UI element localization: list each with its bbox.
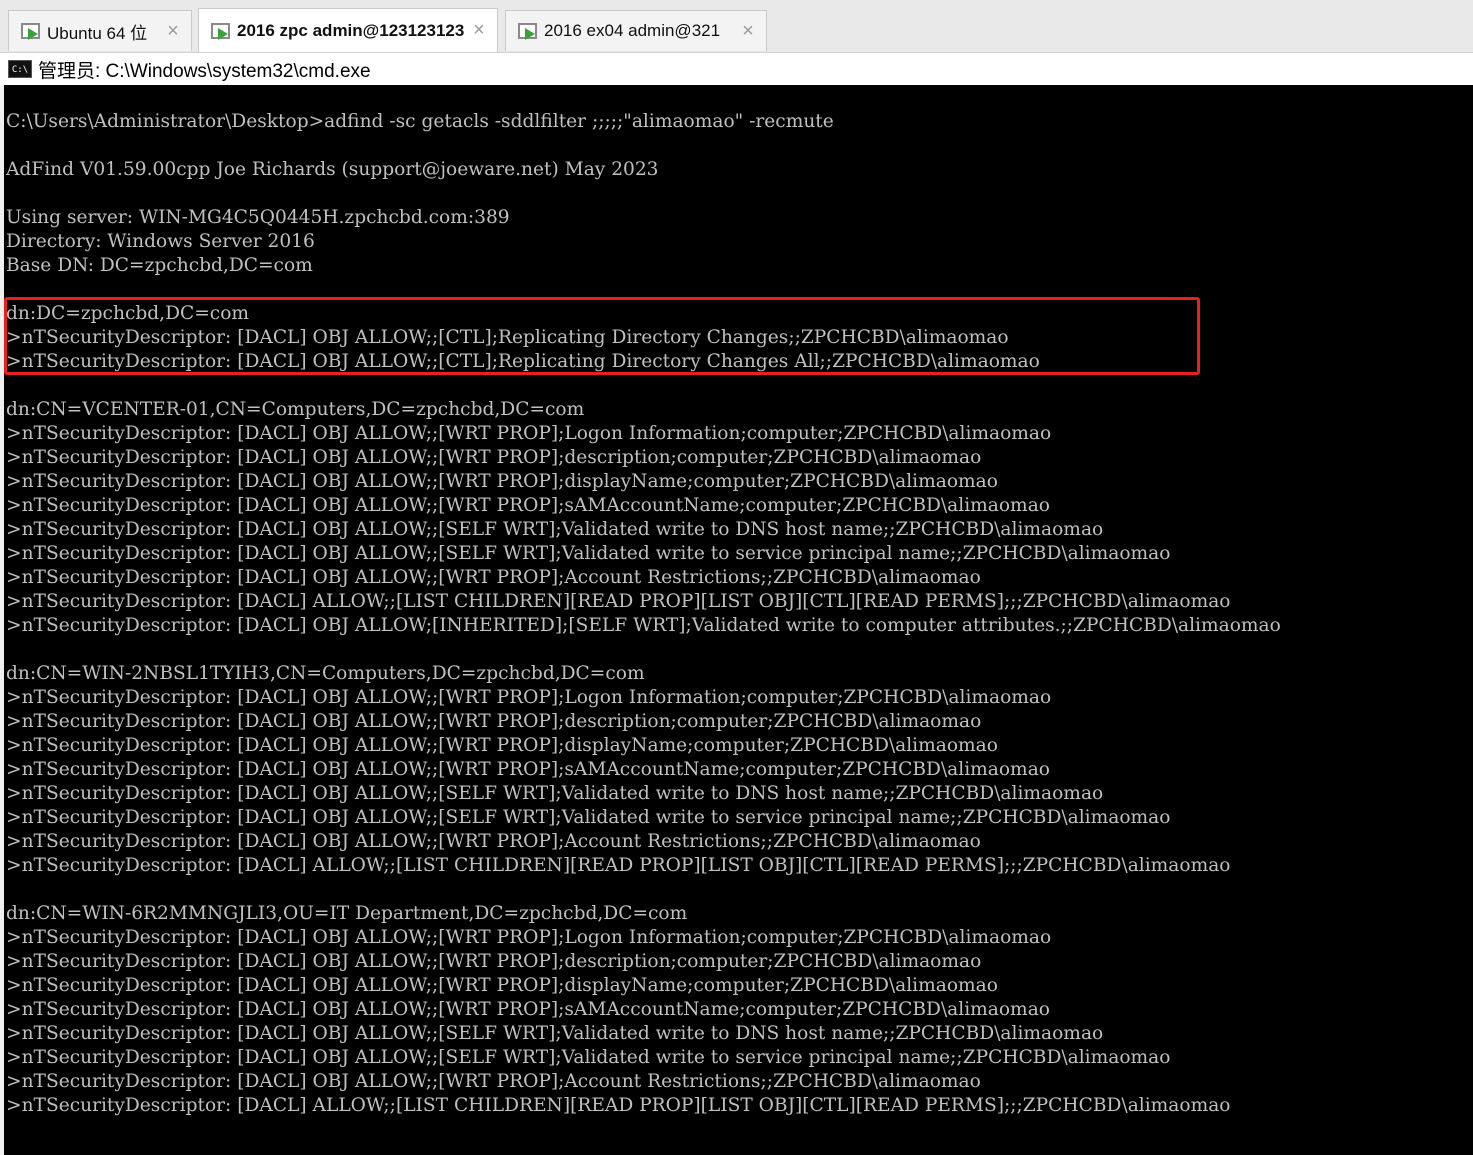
console-line: Using server: WIN-MG4C5Q0445H.zpchcbd.co… <box>6 207 510 228</box>
console-line: dn:CN=WIN-6R2MMNGJLI3,OU=IT Department,D… <box>6 903 688 924</box>
vm-icon <box>516 20 538 42</box>
console-window[interactable]: C:\Users\Administrator\Desktop>adfind -s… <box>4 85 1473 1155</box>
close-icon[interactable]: × <box>738 20 758 43</box>
console-line: >nTSecurityDescriptor: [DACL] OBJ ALLOW;… <box>6 543 1171 564</box>
tab-label: 2016 ex04 admin@321 <box>544 21 721 40</box>
tab-label: Ubuntu 64 位 <box>47 23 148 43</box>
console-line: >nTSecurityDescriptor: [DACL] OBJ ALLOW;… <box>6 999 1050 1020</box>
tab-ubuntu[interactable]: Ubuntu 64 位 × <box>8 10 192 51</box>
console-line: >nTSecurityDescriptor: [DACL] OBJ ALLOW;… <box>6 759 1050 780</box>
tab-label: 2016 zpc admin@123123123 <box>237 20 465 40</box>
console-line: >nTSecurityDescriptor: [DACL] OBJ ALLOW;… <box>6 519 1104 540</box>
window-title: 管理员: C:\Windows\system32\cmd.exe <box>38 60 371 82</box>
console-line: >nTSecurityDescriptor: [DACL] OBJ ALLOW;… <box>6 783 1104 804</box>
console-line: dn:CN=WIN-2NBSL1TYIH3,CN=Computers,DC=zp… <box>6 663 645 684</box>
console-line: >nTSecurityDescriptor: [DACL] OBJ ALLOW;… <box>6 471 998 492</box>
console-line: >nTSecurityDescriptor: [DACL] OBJ ALLOW;… <box>6 711 982 732</box>
console-line: >nTSecurityDescriptor: [DACL] OBJ ALLOW;… <box>6 1047 1171 1068</box>
console-line: >nTSecurityDescriptor: [DACL] OBJ ALLOW;… <box>6 615 1281 636</box>
console-line: >nTSecurityDescriptor: [DACL] ALLOW;;[LI… <box>6 591 1231 612</box>
console-line: >nTSecurityDescriptor: [DACL] OBJ ALLOW;… <box>6 927 1052 948</box>
console-line: dn:CN=VCENTER-01,CN=Computers,DC=zpchcbd… <box>6 399 585 420</box>
highlight-box <box>4 297 1200 375</box>
console-line: >nTSecurityDescriptor: [DACL] OBJ ALLOW;… <box>6 567 981 588</box>
console-line: >nTSecurityDescriptor: [DACL] OBJ ALLOW;… <box>6 687 1052 708</box>
cmd-title-bar[interactable]: C:\ 管理员: C:\Windows\system32\cmd.exe <box>0 53 1473 85</box>
vm-icon <box>19 20 41 42</box>
vm-icon <box>209 20 231 42</box>
console-line: >nTSecurityDescriptor: [DACL] ALLOW;;[LI… <box>6 855 1231 876</box>
console-output: C:\Users\Administrator\Desktop>adfind -s… <box>6 110 1281 1118</box>
close-icon[interactable]: × <box>469 19 489 42</box>
console-line: >nTSecurityDescriptor: [DACL] OBJ ALLOW;… <box>6 735 998 756</box>
console-line: >nTSecurityDescriptor: [DACL] OBJ ALLOW;… <box>6 447 982 468</box>
console-line: >nTSecurityDescriptor: [DACL] OBJ ALLOW;… <box>6 975 998 996</box>
console-line: >nTSecurityDescriptor: [DACL] OBJ ALLOW;… <box>6 807 1171 828</box>
console-line: Directory: Windows Server 2016 <box>6 231 315 252</box>
console-line: >nTSecurityDescriptor: [DACL] OBJ ALLOW;… <box>6 1023 1104 1044</box>
console-line: Base DN: DC=zpchcbd,DC=com <box>6 255 313 276</box>
console-line: >nTSecurityDescriptor: [DACL] OBJ ALLOW;… <box>6 1071 981 1092</box>
tab-2016-zpc[interactable]: 2016 zpc admin@123123123 × <box>198 8 498 52</box>
tab-bar: Ubuntu 64 位 × 2016 zpc admin@123123123 ×… <box>0 0 1473 53</box>
console-line: >nTSecurityDescriptor: [DACL] OBJ ALLOW;… <box>6 423 1052 444</box>
console-line: AdFind V01.59.00cpp Joe Richards (suppor… <box>6 159 659 180</box>
console-line: >nTSecurityDescriptor: [DACL] OBJ ALLOW;… <box>6 495 1050 516</box>
console-line: >nTSecurityDescriptor: [DACL] OBJ ALLOW;… <box>6 831 981 852</box>
console-line: C:\Users\Administrator\Desktop>adfind -s… <box>6 111 834 132</box>
cmd-icon: C:\ <box>8 60 32 78</box>
close-icon[interactable]: × <box>163 20 183 43</box>
tab-2016-ex04[interactable]: 2016 ex04 admin@321 × <box>505 10 767 51</box>
console-line: >nTSecurityDescriptor: [DACL] OBJ ALLOW;… <box>6 951 982 972</box>
console-line: >nTSecurityDescriptor: [DACL] ALLOW;;[LI… <box>6 1095 1231 1116</box>
